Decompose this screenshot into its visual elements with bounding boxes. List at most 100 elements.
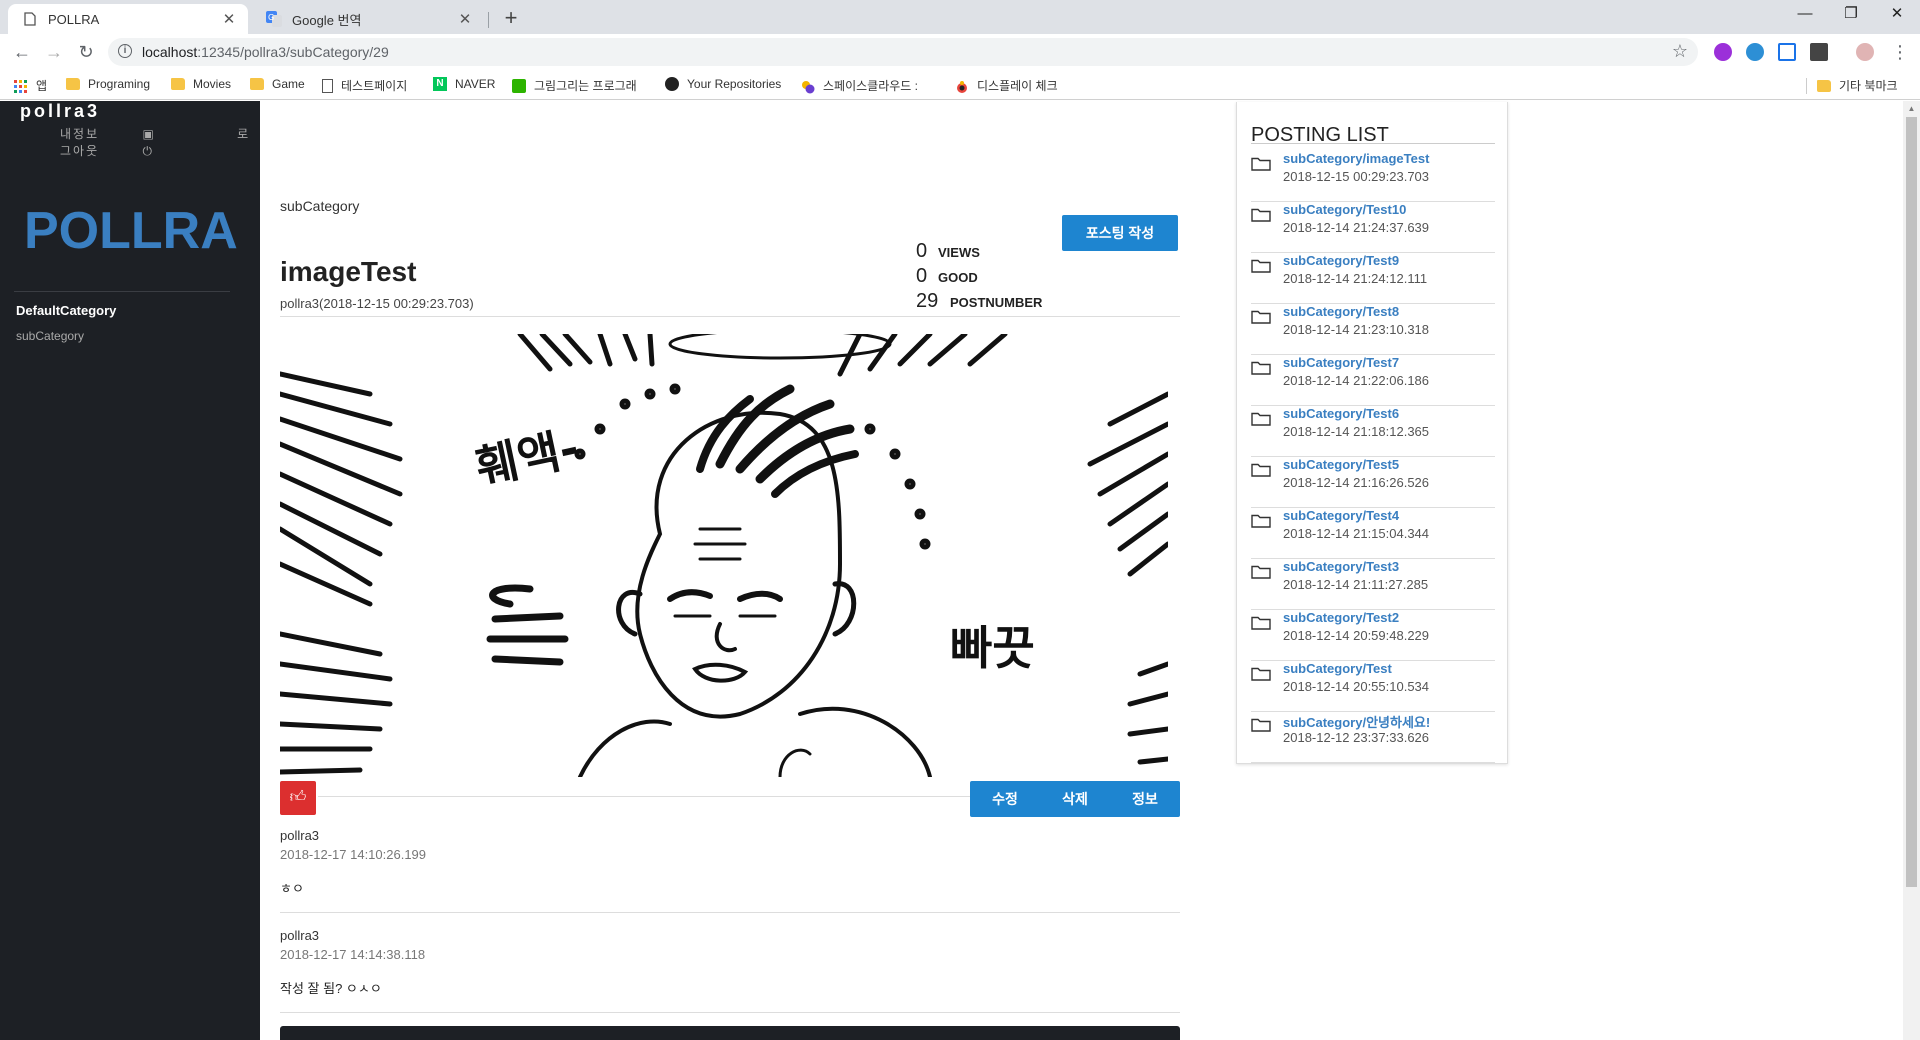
scroll-up-arrow[interactable]: ▲ <box>1903 101 1920 117</box>
posting-date: 2018-12-15 00:29:23.703 <box>1283 169 1430 184</box>
delete-button[interactable]: 삭제 <box>1040 781 1110 817</box>
posting-link[interactable]: subCategory/Test9 <box>1283 253 1399 268</box>
bookmark-label: 앱 <box>36 79 48 93</box>
post-title: imageTest <box>280 256 417 287</box>
posting-link[interactable]: subCategory/Test3 <box>1283 559 1399 574</box>
posting-date: 2018-12-14 21:16:26.526 <box>1283 475 1430 490</box>
forward-button[interactable]: → <box>42 40 66 64</box>
sidebar: pollra3 내정보 ▣ 로그아웃 ⏻ POLLRA DefaultCateg… <box>0 101 260 1040</box>
posting-link[interactable]: subCategory/imageTest <box>1283 151 1429 166</box>
close-tab-icon[interactable]: ✕ <box>220 10 238 28</box>
tab-google-translate[interactable]: G Google 번역 ✕ <box>252 4 484 34</box>
extension-icon[interactable] <box>1714 43 1732 61</box>
bookmark-label: 그림그리는 프로그래 <box>534 79 637 93</box>
bookmark-label: Programing <box>88 77 151 91</box>
comment-time: 2018-12-17 14:14:38.118 <box>280 947 426 962</box>
posting-list-item[interactable]: subCategory/Test5 2018-12-14 21:16:26.526 <box>1251 457 1495 508</box>
edit-button[interactable]: 수정 <box>970 781 1040 817</box>
back-button[interactable]: ← <box>10 40 34 64</box>
posting-list-item[interactable]: subCategory/Test 2018-12-14 20:55:10.534 <box>1251 661 1495 712</box>
bookmark-label: 기타 북마크 <box>1839 79 1898 93</box>
url-text[interactable]: localhost:12345/pollra3/subCategory/29 <box>142 44 389 60</box>
posting-list-item[interactable]: subCategory/Test8 2018-12-14 21:23:10.318 <box>1251 304 1495 355</box>
folder-icon <box>171 78 185 90</box>
grid-extension-icon[interactable] <box>1778 43 1796 61</box>
new-tab-button[interactable]: + <box>498 6 524 32</box>
comment-editor-toolbar[interactable] <box>280 1026 1180 1040</box>
posting-link[interactable]: subCategory/Test7 <box>1283 355 1399 370</box>
posting-link[interactable]: subCategory/Test8 <box>1283 304 1399 319</box>
posting-list-item[interactable]: subCategory/Test3 2018-12-14 21:11:27.285 <box>1251 559 1495 610</box>
posting-link[interactable]: subCategory/Test5 <box>1283 457 1399 472</box>
bookmark-display-check[interactable]: 디스플레이 체크 <box>955 77 1058 94</box>
posting-date: 2018-12-14 21:18:12.365 <box>1283 424 1430 439</box>
posting-date: 2018-12-14 20:59:48.229 <box>1283 628 1430 643</box>
bookmark-github[interactable]: Your Repositories <box>665 77 781 91</box>
posting-link[interactable]: subCategory/Test2 <box>1283 610 1399 625</box>
comment-time: 2018-12-17 14:10:26.199 <box>280 847 427 862</box>
page-scrollbar[interactable]: ▲ <box>1903 101 1920 1040</box>
bookmarks-bar: 앱 Programing Movies Game 테스트페이지 N NAVER … <box>0 70 1920 100</box>
close-tab-icon[interactable]: ✕ <box>456 10 474 28</box>
sidebar-divider <box>14 291 230 292</box>
bookmark-blog[interactable]: 그림그리는 프로그래 <box>512 77 637 94</box>
posting-list-item[interactable]: subCategory/Test4 2018-12-14 21:15:04.344 <box>1251 508 1495 559</box>
bookmark-other[interactable]: 기타 북마크 <box>1806 77 1898 94</box>
like-button[interactable]: 👍︎ <box>280 781 316 815</box>
folder-icon <box>1251 615 1271 630</box>
profile-avatar[interactable] <box>1856 43 1874 61</box>
my-info-label: 내정보 <box>60 127 100 141</box>
posting-list-item[interactable]: subCategory/Test9 2018-12-14 21:24:12.111 <box>1251 253 1495 304</box>
posting-list-item[interactable]: subCategory/Test10 2018-12-14 21:24:37.63… <box>1251 202 1495 253</box>
restore-button[interactable]: ❐ <box>1828 0 1874 30</box>
brand-logo[interactable]: POLLRA <box>24 201 238 261</box>
comment-user: pollra3 <box>280 828 320 843</box>
title-divider <box>280 316 1180 317</box>
bookmark-label: Game <box>272 77 305 91</box>
posting-list-item[interactable]: subCategory/안녕하세요! 2018-12-12 23:37:33.62… <box>1251 712 1495 763</box>
bookmark-spacecloud[interactable]: 스페이스클라우드 : <box>801 77 918 94</box>
scrollbar-thumb[interactable] <box>1906 117 1917 887</box>
posting-list-item[interactable]: subCategory/Test6 2018-12-14 21:18:12.365 <box>1251 406 1495 457</box>
tab-pollra[interactable]: POLLRA ✕ <box>8 4 248 34</box>
posting-list-divider <box>1251 143 1495 144</box>
globe-extension-icon[interactable] <box>1746 43 1764 61</box>
stat-label: GOOD <box>938 270 978 285</box>
stat-postnumber: 29 POSTNUMBER <box>916 290 1042 313</box>
posting-list-item[interactable]: subCategory/Test7 2018-12-14 21:22:06.186 <box>1251 355 1495 406</box>
posting-link[interactable]: subCategory/Test10 <box>1283 202 1406 217</box>
posting-date: 2018-12-14 21:23:10.318 <box>1283 322 1430 337</box>
sidebar-subcategory[interactable]: subCategory <box>16 329 84 343</box>
posting-link[interactable]: subCategory/Test4 <box>1283 508 1399 523</box>
bookmark-label: 테스트페이지 <box>341 79 408 93</box>
bookmark-star-icon[interactable]: ☆ <box>1672 41 1688 62</box>
address-bar[interactable]: i localhost:12345/pollra3/subCategory/29… <box>108 38 1698 66</box>
stat-value: 0 <box>916 265 928 287</box>
folder-icon <box>250 78 264 90</box>
eyedropper-extension-icon[interactable] <box>1810 43 1828 61</box>
sidebar-user-links: 내정보 ▣ 로그아웃 ⏻ <box>60 125 260 159</box>
post-meta: pollra3(2018-12-15 00:29:23.703) <box>280 296 474 311</box>
menu-kebab-icon[interactable]: ⋮ <box>1888 40 1912 64</box>
reload-button[interactable]: ↻ <box>74 40 98 64</box>
posting-link[interactable]: subCategory/Test6 <box>1283 406 1399 421</box>
posting-link[interactable]: subCategory/Test <box>1283 661 1392 676</box>
sidebar-category[interactable]: DefaultCategory <box>16 303 116 318</box>
minimize-button[interactable]: — <box>1782 0 1828 30</box>
bookmark-test-page[interactable]: 테스트페이지 <box>322 77 407 94</box>
close-window-button[interactable]: ✕ <box>1874 0 1920 30</box>
bookmark-naver[interactable]: N NAVER <box>433 77 495 91</box>
posting-list-item[interactable]: subCategory/imageTest 2018-12-15 00:29:23… <box>1251 151 1495 202</box>
write-post-button[interactable]: 포스팅 작성 <box>1062 215 1178 251</box>
my-info-link[interactable]: 내정보 ▣ <box>60 127 194 141</box>
bookmark-programing[interactable]: Programing <box>66 77 150 91</box>
posting-link[interactable]: subCategory/안녕하세요! <box>1283 712 1430 731</box>
posting-list-item[interactable]: subCategory/Test2 2018-12-14 20:59:48.229 <box>1251 610 1495 661</box>
bookmark-apps[interactable]: 앱 <box>14 77 47 94</box>
bookmark-movies[interactable]: Movies <box>171 77 231 91</box>
info-button[interactable]: 정보 <box>1110 781 1180 817</box>
post-image: 훼액- 빠끗 <box>280 334 1168 777</box>
info-icon[interactable]: i <box>118 44 132 58</box>
bookmark-game[interactable]: Game <box>250 77 305 91</box>
bookmark-label: 디스플레이 체크 <box>977 79 1058 93</box>
